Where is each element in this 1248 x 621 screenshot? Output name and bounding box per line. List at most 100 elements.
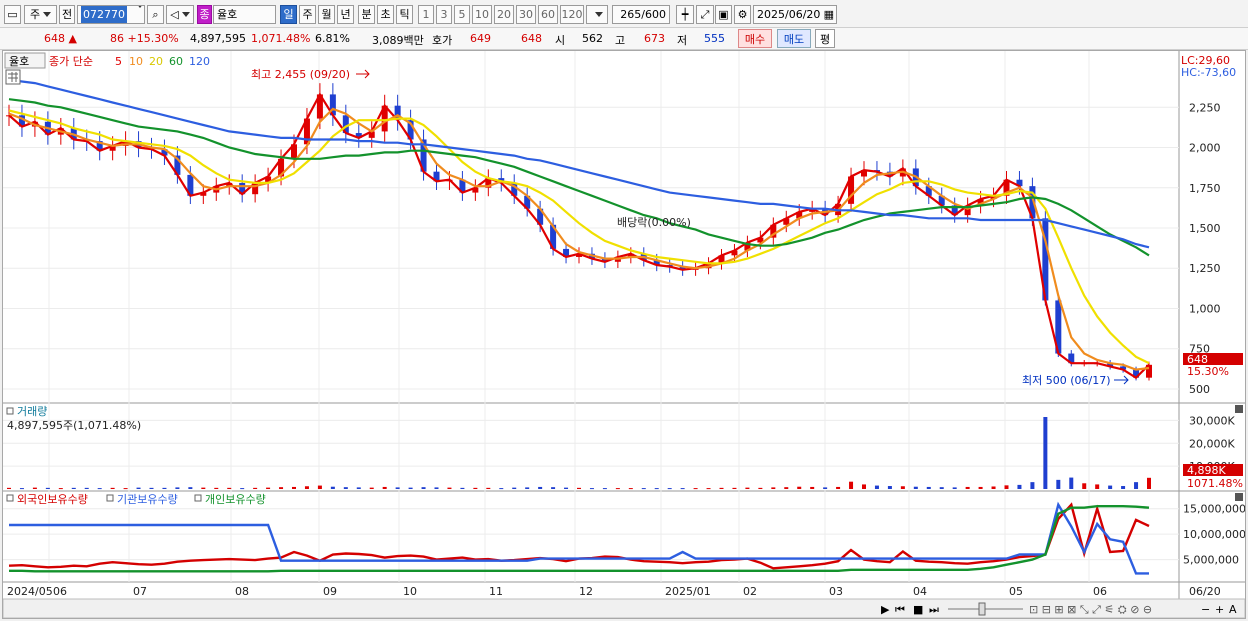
x-axis-label: 11 <box>489 585 503 598</box>
x-axis-label: 10 <box>403 585 417 598</box>
period-second-button[interactable]: 초 <box>377 5 394 24</box>
zoom-out-icon[interactable]: − <box>1201 603 1210 616</box>
price-tick-label: 1,000 <box>1189 302 1221 315</box>
calendar-icon[interactable]: ▦ <box>824 6 834 23</box>
volume-bar <box>1030 482 1035 489</box>
window-icon[interactable]: ▭ <box>4 5 21 24</box>
volume-tick-label: 20,000K <box>1189 437 1235 450</box>
change-value: 86 <box>110 32 124 45</box>
font-size-icon[interactable]: A <box>1229 603 1237 616</box>
prev-button[interactable]: 전 <box>59 5 75 24</box>
trade-amount: 3,089백만 <box>372 34 424 47</box>
holding-tick-label: 5,000,000 <box>1183 554 1239 567</box>
volume-bar <box>434 487 439 489</box>
holding-legend-institution: 기관보유수량 <box>117 493 178 506</box>
stock-name-field[interactable]: 율호 <box>213 5 276 24</box>
holding-tick-label: 15,000,000 <box>1183 503 1245 516</box>
table-icon[interactable] <box>5 69 21 85</box>
period-tick-button[interactable]: 틱 <box>396 5 413 24</box>
period-month-button[interactable]: 월 <box>318 5 335 24</box>
search-icon[interactable]: ⌕ <box>147 5 164 24</box>
volume-bar <box>615 488 620 490</box>
volume-bar <box>1095 484 1100 489</box>
volume-bar <box>758 487 763 489</box>
volume: 4,897,595 <box>190 32 246 45</box>
interval-20-button[interactable]: 20 <box>494 5 514 24</box>
volume-pct-tag: 1071.48% <box>1187 477 1243 490</box>
volume-bar <box>304 486 309 489</box>
zoom-slider-handle[interactable] <box>978 602 986 616</box>
chart-canvas[interactable]: 2,2502,0001,7501,5001,2501,00075050030,0… <box>3 51 1245 618</box>
volume-bar <box>110 487 115 489</box>
interval-3-button[interactable]: 3 <box>436 5 452 24</box>
interval-30-button[interactable]: 30 <box>516 5 536 24</box>
date-field[interactable]: 2025/06/20 ▦ <box>753 5 837 24</box>
volume-bar <box>123 488 128 490</box>
buy-button[interactable]: 매수 <box>738 29 772 48</box>
volume-bar <box>1043 417 1048 489</box>
volume-bar <box>706 488 711 490</box>
volume-bar <box>266 487 271 489</box>
volume-panel-close-icon[interactable] <box>1235 405 1243 413</box>
market-select[interactable]: 주 <box>24 5 57 24</box>
volume-bar <box>32 487 37 489</box>
volume-bar <box>654 488 659 490</box>
high-value: 673 <box>644 32 665 45</box>
volume-bar <box>1082 483 1087 489</box>
volume-bar <box>693 488 698 490</box>
speaker-icon[interactable]: ◁ <box>166 5 194 24</box>
volume-bar <box>771 487 776 489</box>
eval-button[interactable]: 평 <box>815 29 835 48</box>
interval-60-button[interactable]: 60 <box>538 5 558 24</box>
volume-bar <box>330 486 335 489</box>
interval-5-button[interactable]: 5 <box>454 5 470 24</box>
ma-legend-10: 10 <box>129 55 143 68</box>
volume-bar <box>188 487 193 489</box>
volume-bar <box>965 486 970 489</box>
volume-bar <box>913 486 918 489</box>
stock-code-input[interactable]: 072770 <box>77 5 145 24</box>
volume-bar <box>19 488 24 490</box>
volume-bar <box>84 487 89 489</box>
line-tool-icon[interactable]: ⤢ <box>696 5 714 24</box>
interval-1-button[interactable]: 1 <box>418 5 434 24</box>
ma-line-20 <box>8 109 1150 365</box>
chart-area[interactable]: 2,250 2,000 1,750 1,500 1,250 1,000 750 500 30,0… <box>2 50 1246 619</box>
zoom-in-icon[interactable]: + <box>1215 603 1224 616</box>
volume-bar <box>97 488 102 490</box>
volume-bar <box>1056 479 1061 489</box>
interval-10-button[interactable]: 10 <box>472 5 492 24</box>
interval-select[interactable] <box>586 5 608 24</box>
holding-tick-label: 10,000,000 <box>1183 528 1245 541</box>
period-day-button[interactable]: 일 <box>280 5 297 24</box>
volume-bar <box>292 486 296 489</box>
scroll-first-icon[interactable]: ⏮ <box>895 603 905 616</box>
current-price: 648 ▲ <box>44 32 77 45</box>
volume-bar <box>279 487 284 489</box>
scroll-right-icon[interactable]: ▶ <box>881 603 890 616</box>
grid <box>3 51 1179 582</box>
scroll-last-icon[interactable]: ⏭ <box>929 603 939 616</box>
chevron-down-icon[interactable] <box>133 6 144 23</box>
ma-line-5 <box>8 92 1150 380</box>
change-pct: +15.30% <box>127 32 179 45</box>
volume-bar <box>939 487 944 489</box>
count-display[interactable]: 265/600 <box>612 5 670 24</box>
interval-120-button[interactable]: 120 <box>560 5 584 24</box>
period-minute-button[interactable]: 분 <box>358 5 375 24</box>
volume-bar <box>667 488 672 490</box>
gear-icon[interactable]: ⚙ <box>734 5 751 24</box>
volume-bar <box>253 487 258 489</box>
holdings-panel-close-icon[interactable] <box>1235 493 1243 501</box>
volume-bar <box>447 487 452 489</box>
save-icon[interactable]: ▣ <box>715 5 732 24</box>
volume-bar <box>538 486 543 489</box>
bid-label: 호가 <box>432 34 453 47</box>
tool-icons[interactable]: ⊡ ⊟ ⊞ ⊠ ⤡ ⤢ ⚟ ⛭ ⊘ ⊖ <box>1029 603 1152 616</box>
volume-bar <box>369 487 374 489</box>
sell-button[interactable]: 매도 <box>777 29 811 48</box>
period-week-button[interactable]: 주 <box>299 5 316 24</box>
candle-icon[interactable]: ┿ <box>676 5 694 24</box>
scroll-stop-icon[interactable]: ■ <box>913 603 923 616</box>
period-year-button[interactable]: 년 <box>337 5 354 24</box>
